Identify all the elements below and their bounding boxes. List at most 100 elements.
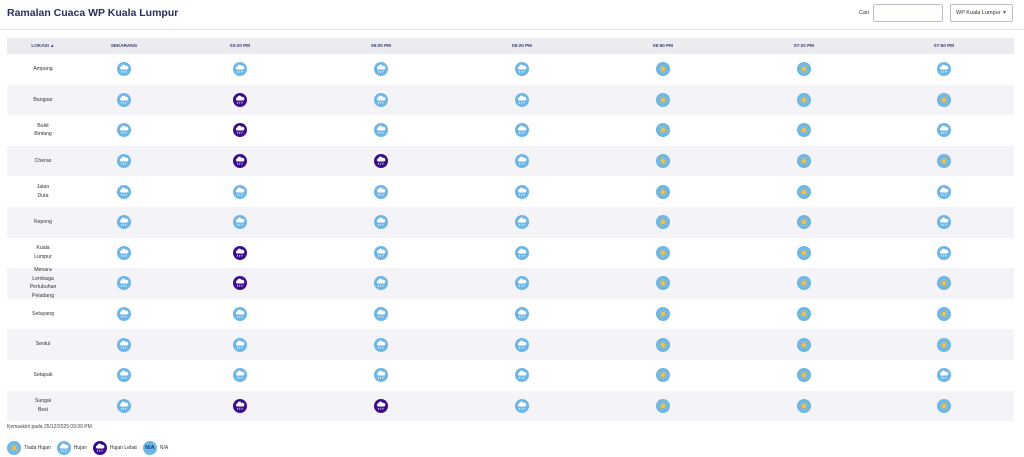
- rain-cloud-icon: [515, 307, 529, 322]
- sun-icon: [797, 123, 811, 138]
- sun-icon: [7, 441, 21, 455]
- rain-cloud-icon: [117, 245, 131, 260]
- forecast-table: LOKASI ▲ SEKARANG 03:20 PM 05:00 PM 06:20 PM…: [7, 38, 1014, 422]
- sun-icon: [937, 276, 951, 291]
- sun-icon: [797, 337, 811, 352]
- rain-cloud-icon: [515, 276, 529, 291]
- rain-cloud-icon: [515, 123, 529, 138]
- rain-cloud-icon: [374, 62, 388, 77]
- sun-icon: [797, 245, 811, 260]
- heavy-rain-cloud-icon: [233, 92, 247, 107]
- rain-cloud-icon: [374, 245, 388, 260]
- sun-icon: [656, 307, 670, 322]
- location-name: Bangsar: [33, 96, 53, 103]
- page-header: Ramalan Cuaca WP Kuala Lumpur Cari WP Ku…: [0, 0, 1024, 30]
- table-row: Kuala Lumpur: [7, 238, 1014, 269]
- rain-cloud-icon: [937, 123, 951, 138]
- sun-icon: [797, 62, 811, 77]
- table-row: Cheras: [7, 145, 1014, 177]
- legend-item: Hujan Lebat: [92, 441, 137, 455]
- rain-cloud-icon: [374, 184, 388, 199]
- column-header-time: 06:50 PM: [653, 43, 673, 48]
- heavy-rain-cloud-icon: [92, 441, 107, 455]
- rain-cloud-icon: [117, 368, 131, 383]
- rain-cloud-icon: [515, 92, 529, 107]
- table-row: Setayang: [7, 299, 1014, 330]
- heavy-rain-cloud-icon: [374, 154, 388, 169]
- location-name: Menara Lembaga Pertubuhan Peladang: [29, 267, 57, 299]
- legend-label: Hujan Lebat: [109, 445, 137, 451]
- rain-cloud-icon: [515, 245, 529, 260]
- heavy-rain-cloud-icon: [233, 276, 247, 291]
- heavy-rain-cloud-icon: [233, 154, 247, 169]
- page-title: Ramalan Cuaca WP Kuala Lumpur: [7, 7, 179, 19]
- sun-icon: [797, 154, 811, 169]
- search-label: Cari: [859, 10, 870, 16]
- rain-cloud-icon: [233, 368, 247, 383]
- table-body: Ampang Bangsar Bukit Bintang Cheras Jalan Du…: [7, 54, 1014, 422]
- rain-cloud-icon: [117, 184, 131, 199]
- region-select-value: WP Kuala Lumpur: [956, 10, 1001, 16]
- rain-cloud-icon: [233, 215, 247, 230]
- rain-cloud-icon: [117, 276, 131, 291]
- table-row: Setapak: [7, 360, 1014, 391]
- sun-icon: [797, 368, 811, 383]
- rain-cloud-icon: [233, 337, 247, 352]
- rain-cloud-icon: [374, 276, 388, 291]
- rain-cloud-icon: [374, 123, 388, 138]
- column-header-time: 05:00 PM: [371, 43, 391, 48]
- legend-item: Tiada Hujan: [7, 441, 51, 455]
- rain-cloud-icon: [117, 92, 131, 107]
- rain-cloud-icon: [515, 154, 529, 169]
- sun-icon: [797, 215, 811, 230]
- table-row: Bangsar: [7, 84, 1014, 116]
- rain-cloud-icon: [515, 398, 529, 413]
- sun-icon: [656, 215, 670, 230]
- sun-icon: [797, 276, 811, 291]
- rain-cloud-icon: [937, 245, 951, 260]
- na-badge-text: N/A: [145, 445, 155, 451]
- legend-item: Hujan: [56, 441, 87, 455]
- sun-icon: [656, 62, 670, 77]
- sun-icon: [797, 92, 811, 107]
- sun-icon: [656, 276, 670, 291]
- table-row: Bukit Bintang: [7, 115, 1014, 146]
- heavy-rain-cloud-icon: [233, 123, 247, 138]
- sun-icon: [656, 398, 670, 413]
- rain-cloud-icon: [117, 307, 131, 322]
- rain-cloud-icon: [374, 368, 388, 383]
- location-name: Setapak: [33, 371, 53, 378]
- location-name: Cheras: [34, 157, 52, 164]
- location-name: Sungai Besi: [34, 398, 52, 413]
- column-header-location[interactable]: LOKASI ▲: [31, 38, 54, 54]
- sun-icon: [937, 398, 951, 413]
- sun-icon: [656, 154, 670, 169]
- location-name: Bukit Bintang: [34, 122, 52, 138]
- rain-cloud-icon: [117, 337, 131, 352]
- column-header-time: 03:20 PM: [230, 43, 250, 48]
- legend-label: Tiada Hujan: [24, 445, 51, 451]
- location-name: Ampang: [33, 66, 53, 73]
- column-header-time: SEKARANG: [110, 43, 138, 48]
- rain-cloud-icon: [117, 62, 131, 77]
- search-input[interactable]: [873, 4, 943, 22]
- legend: Tiada Hujan Hujan Hujan Lebat N/A N/A: [7, 440, 174, 456]
- column-header-time: 07:50 PM: [934, 43, 954, 48]
- region-select[interactable]: WP Kuala Lumpur ▼: [950, 4, 1013, 22]
- location-name: Kuala Lumpur: [34, 245, 52, 260]
- chevron-down-icon: ▼: [1002, 10, 1007, 16]
- rain-cloud-icon: [515, 368, 529, 383]
- heavy-rain-cloud-icon: [233, 398, 247, 413]
- table-row: Ampang: [7, 54, 1014, 85]
- rain-cloud-icon: [515, 184, 529, 199]
- table-row: Sentul: [7, 329, 1014, 360]
- sun-icon: [937, 154, 951, 169]
- rain-cloud-icon: [117, 215, 131, 230]
- rain-cloud-icon: [937, 368, 951, 383]
- last-updated: Kemaskini pada 25/12/2025 03:00 PM: [7, 424, 92, 430]
- table-header: LOKASI ▲ SEKARANG 03:20 PM 05:00 PM 06:20 PM…: [7, 38, 1014, 54]
- rain-cloud-icon: [56, 441, 71, 455]
- location-name: Sentul: [35, 341, 51, 348]
- column-header-time: 06:20 PM: [512, 43, 532, 48]
- rain-cloud-icon: [374, 215, 388, 230]
